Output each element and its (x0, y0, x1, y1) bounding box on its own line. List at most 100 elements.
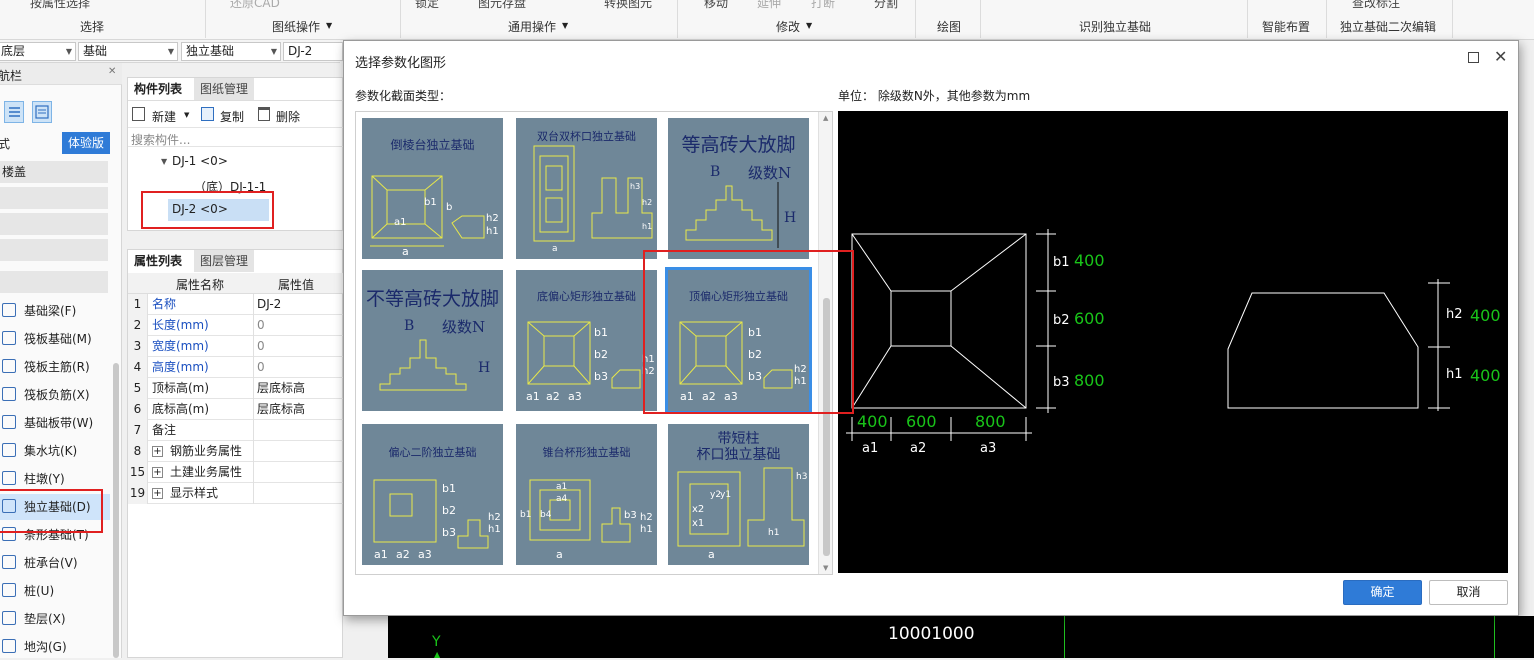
close-icon[interactable]: ✕ (1494, 47, 1507, 66)
scroll-up-icon[interactable]: ▲ (823, 114, 828, 122)
select-by-attr-button[interactable]: 按属性选择 (30, 0, 90, 11)
new-icon[interactable] (132, 107, 145, 121)
property-value[interactable]: DJ-2 (253, 294, 344, 315)
nav-item-cushion-layer[interactable]: 垫层(X) (0, 606, 110, 632)
property-value[interactable] (253, 420, 344, 441)
tree-expand-icon[interactable]: ▼ (161, 157, 167, 166)
layer-select[interactable]: 底层 ▼ (0, 42, 76, 61)
chevron-down-icon[interactable]: ▼ (562, 21, 568, 30)
shape-unequal-height-brick-footing[interactable]: 不等高砖大放脚 B 级数N H (362, 270, 503, 411)
delete-icon[interactable] (258, 107, 270, 121)
row-number: 3 (128, 336, 148, 357)
property-row[interactable]: 6 底标高(m) 层底标高 (128, 399, 344, 420)
search-input[interactable]: 搜索构件... (128, 127, 344, 147)
copy-icon[interactable] (201, 107, 214, 121)
expand-icon[interactable]: + (152, 467, 163, 478)
row-number: 1 (128, 294, 148, 315)
tab-layer-management[interactable]: 图层管理 (194, 250, 255, 272)
shape-inverted-prism-foundation[interactable]: 倒棱台独立基础 b1 a1 a b h2 h1 (362, 118, 503, 259)
nav-scrollbar[interactable] (113, 363, 119, 658)
cancel-button[interactable]: 取消 (1429, 580, 1508, 605)
property-row[interactable]: 1 名称 DJ-2 (128, 294, 344, 315)
tab-drawing-management[interactable]: 图纸管理 (194, 78, 255, 100)
expand-icon[interactable]: + (152, 446, 163, 457)
chevron-down-icon[interactable]: ▼ (184, 111, 189, 119)
property-value[interactable]: 0 (253, 315, 344, 336)
nav-item-raft-foundation[interactable]: 筏板基础(M) (0, 326, 110, 352)
chevron-down-icon[interactable]: ▼ (326, 21, 332, 30)
property-row[interactable]: 15 + 土建业务属性 (128, 462, 344, 483)
group-identify: 识别独立基础 (1079, 20, 1152, 34)
trial-badge[interactable]: 体验版 (62, 132, 110, 154)
property-value[interactable]: 层底标高 (253, 378, 344, 399)
nav-group-slab[interactable]: 楼盖 (0, 161, 108, 183)
nav-item-raft-main-rebar[interactable]: 筏板主筋(R) (0, 354, 110, 380)
nav-item-pile[interactable]: 桩(U) (0, 578, 110, 604)
nav-group-collapsed[interactable] (0, 239, 108, 261)
ok-button[interactable]: 确定 (1343, 580, 1422, 605)
property-value[interactable] (253, 483, 344, 504)
nav-item-foundation-strip[interactable]: 基础板带(W) (0, 410, 110, 436)
shape-eccentric-two-step-foundation[interactable]: 偏心二阶独立基础 b1 b2 b3 a1 a2 a3 h2 h1 (362, 424, 503, 565)
restore-cad-button[interactable]: 还原CAD (230, 0, 280, 11)
drawing-canvas[interactable]: Y ▲ 10001000 (388, 616, 1534, 659)
nav-group-collapsed[interactable] (0, 213, 108, 235)
convert-graphic-button[interactable]: 转换图元 (604, 0, 652, 11)
property-row[interactable]: 7 备注 (128, 420, 344, 441)
category-select[interactable]: 基础 ▼ (78, 42, 178, 61)
dim-label-b3: b3 (1053, 375, 1070, 390)
type-select[interactable]: 独立基础 ▼ (181, 42, 281, 61)
nav-item-sump-pit[interactable]: 集水坑(K) (0, 438, 110, 464)
dim-label: a (556, 548, 563, 561)
property-row[interactable]: 19 + 显示样式 (128, 483, 344, 504)
property-value[interactable]: 0 (253, 357, 344, 378)
lock-button[interactable]: 锁定 (415, 0, 439, 11)
view-annotation-button[interactable]: 查改标注 (1352, 0, 1400, 11)
shape-bottom-eccentric-rect-foundation[interactable]: 底偏心矩形独立基础 b1 b2 b3 a1 a2 a3 h1 h2 (516, 270, 657, 411)
property-value[interactable] (253, 441, 344, 462)
property-row[interactable]: 3 宽度(mm) 0 (128, 336, 344, 357)
property-row[interactable]: 2 长度(mm) 0 (128, 315, 344, 336)
nav-item-trench[interactable]: 地沟(G) (0, 634, 110, 660)
move-button[interactable]: 移动 (704, 0, 728, 11)
item-select[interactable]: DJ-2 (283, 42, 343, 61)
shape-short-column-cup-foundation[interactable]: 带短柱 杯口独立基础 a x2 x1 y2 y1 h3 h1 (668, 424, 809, 565)
detail-view-icon[interactable] (32, 101, 52, 123)
expand-icon[interactable]: + (152, 488, 163, 499)
dim-label-h1: h1 (1446, 367, 1463, 382)
shape-equal-height-brick-footing[interactable]: 等高砖大放脚 B 级数N H (668, 118, 809, 259)
property-value[interactable] (253, 462, 344, 483)
property-row[interactable]: 4 高度(mm) 0 (128, 357, 344, 378)
chevron-down-icon[interactable]: ▼ (806, 21, 812, 30)
group-draw: 绘图 (937, 20, 962, 34)
scroll-down-icon[interactable]: ▼ (823, 564, 828, 572)
tree-item-dj1[interactable]: DJ-1 <0> (172, 154, 228, 168)
list-view-icon[interactable] (4, 101, 24, 123)
extend-button[interactable]: 延伸 (757, 0, 781, 11)
tab-component-list[interactable]: 构件列表 (128, 78, 189, 100)
nav-item-foundation-beam[interactable]: 基础梁(F) (0, 298, 110, 324)
shape-double-cup-foundation[interactable]: 双台双杯口独立基础 a h3 h2 h1 (516, 118, 657, 259)
new-button[interactable]: 新建 (152, 108, 176, 125)
nav-group-collapsed[interactable] (0, 187, 108, 209)
property-row[interactable]: 5 顶标高(m) 层底标高 (128, 378, 344, 399)
property-value[interactable]: 层底标高 (253, 399, 344, 420)
raft-negative-rebar-icon (2, 387, 16, 401)
nav-group-collapsed[interactable] (0, 271, 108, 293)
property-row[interactable]: 8 + 钢筋业务属性 (128, 441, 344, 462)
tab-property-list[interactable]: 属性列表 (128, 250, 189, 272)
copy-button[interactable]: 复制 (220, 108, 244, 125)
close-icon[interactable]: ✕ (108, 66, 116, 77)
break-button[interactable]: 打断 (811, 0, 835, 11)
maximize-icon[interactable] (1468, 52, 1479, 63)
nav-item-pile-cap[interactable]: 桩承台(V) (0, 550, 110, 576)
property-name: 宽度(mm) (152, 339, 209, 353)
nav-item-raft-negative-rebar[interactable]: 筏板负筋(X) (0, 382, 110, 408)
delete-button[interactable]: 删除 (276, 108, 300, 125)
property-value[interactable]: 0 (253, 336, 344, 357)
shape-truncated-cup-foundation[interactable]: 锥台杯形独立基础 a1 a4 b1 b4 a b3 h2 h1 (516, 424, 657, 565)
split-button[interactable]: 分割 (874, 0, 898, 11)
dim-label: h1 (642, 222, 653, 231)
save-graphic-button[interactable]: 图元存盘 (478, 0, 526, 11)
row-number: 5 (128, 378, 148, 399)
